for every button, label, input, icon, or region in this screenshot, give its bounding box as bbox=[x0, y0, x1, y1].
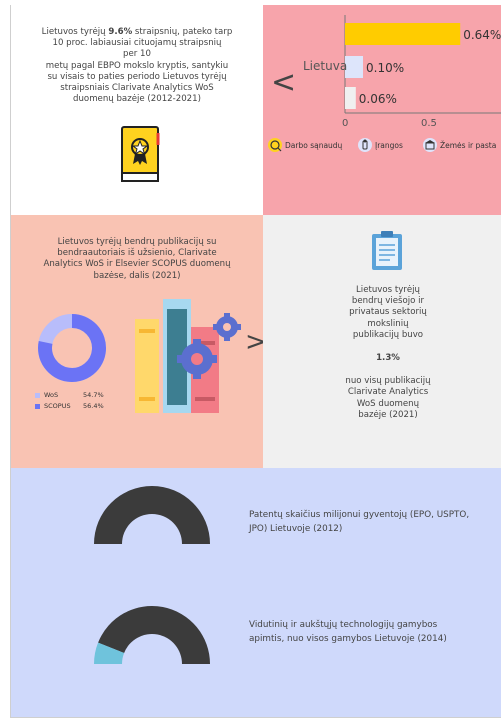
legend-swatch bbox=[35, 403, 40, 409]
text-line: privataus sektorių bbox=[349, 307, 427, 318]
next-slide-arrow[interactable]: > bbox=[245, 327, 263, 357]
category-label: Lietuva bbox=[303, 59, 347, 73]
text-line: metų pagal EBPO mokslo kryptis, santykiu bbox=[45, 60, 229, 71]
books-gears-icon bbox=[135, 299, 241, 413]
text-line: su visais to paties periodo Lietuvos tyr… bbox=[47, 71, 227, 82]
text-line: bazėje (2021) bbox=[358, 409, 418, 420]
text-line: Vidutinių ir aukštųjų technologijų gamyb… bbox=[249, 620, 438, 630]
tick-label: 0 bbox=[342, 118, 348, 129]
bar-value-label: 0.10% bbox=[366, 61, 404, 75]
text-line: bendrų viešojo ir bbox=[351, 296, 425, 307]
text-line: Clarivate Analytics bbox=[347, 387, 429, 398]
text-line: mokslinių bbox=[367, 318, 409, 329]
text-line: bendraautoriais iš užsienio, Clarivate bbox=[57, 248, 217, 259]
hightech-gauge bbox=[94, 606, 210, 664]
award-book-icon bbox=[121, 126, 160, 182]
text-line: 10 proc. labiausiai cituojamų straipsnių bbox=[52, 38, 222, 49]
legend-swatch bbox=[35, 392, 40, 398]
infographic-frame: Lietuvos tyrėjų 9.6% straipsnių, pateko … bbox=[10, 5, 501, 718]
bar-2 bbox=[345, 56, 363, 78]
text-line: JPO) Lietuvoje (2012) bbox=[249, 524, 343, 534]
legend-label: Įrangos bbox=[375, 140, 403, 150]
text-line: publikacijų buvo bbox=[352, 329, 424, 340]
gauge-track bbox=[94, 486, 210, 544]
public-private-panel: Lietuvos tyrėjų bendrų viešojo ir privat… bbox=[263, 215, 501, 468]
bar-chart: 0.64% 0.10% 0.06% Lietuva 0 0.5 bbox=[303, 15, 501, 129]
patents-gauge bbox=[94, 486, 210, 544]
building-icon bbox=[423, 138, 437, 152]
highly-cited-panel: Lietuvos tyrėjų 9.6% straipsnių, pateko … bbox=[11, 5, 263, 215]
text-line: Analytics WoS ir Elsevier SCOPUS duomenų bbox=[43, 259, 231, 270]
legend-label: WoS bbox=[44, 391, 59, 399]
legend-label: Darbo sąnaudų bbox=[285, 140, 343, 150]
text-line: duomenų bazėje (2012-2021) bbox=[73, 94, 201, 105]
coauthor-text: Lietuvos tyrėjų bendrų publikacijų su be… bbox=[11, 237, 263, 282]
legend-label: SCOPUS bbox=[44, 402, 71, 410]
bar-value-label: 0.06% bbox=[359, 92, 397, 106]
highly-cited-text: Lietuvos tyrėjų 9.6% straipsnių, pateko … bbox=[11, 27, 263, 105]
bar-3 bbox=[345, 87, 356, 109]
bar-1 bbox=[345, 23, 461, 45]
hightech-gauge-label: Vidutinių ir aukštųjų technologijų gamyb… bbox=[249, 618, 501, 646]
legend-value: 56.4% bbox=[83, 402, 104, 410]
patents-gauge-label: Patentų skaičius milijonui gyventojų (EP… bbox=[249, 508, 501, 536]
clipboard-icon bbox=[372, 231, 402, 270]
bar-value-label: 0.64% bbox=[463, 28, 501, 42]
text-line: Lietuvos tyrėjų bbox=[356, 285, 420, 295]
legend-value: 54.7% bbox=[83, 391, 104, 399]
text-line: straipsnių, pateko tarp bbox=[132, 27, 233, 37]
coin-icon bbox=[268, 138, 282, 152]
highlight-value: 9.6% bbox=[108, 27, 133, 37]
coauthor-panel: Lietuvos tyrėjų bendrų publikacijų su be… bbox=[11, 215, 263, 468]
gauges-panel: Patentų skaičius milijonui gyventojų (EP… bbox=[11, 468, 501, 717]
text-line: apimtis, nuo visos gamybos Lietuvoje (20… bbox=[249, 634, 447, 644]
stat-value: 1.3% bbox=[376, 353, 400, 364]
text-line: Lietuvos tyrėjų bendrų publikacijų su bbox=[57, 237, 217, 247]
legend-item-equipment[interactable]: Įrangos bbox=[358, 138, 403, 152]
legend-item-labor[interactable]: Darbo sąnaudų bbox=[268, 138, 342, 152]
text-line: Patentų skaičius milijonui gyventojų (EP… bbox=[249, 510, 470, 520]
donut-chart bbox=[38, 314, 106, 382]
pie-legend-wos: WoS 54.7% bbox=[35, 391, 104, 399]
text-line: straipsniais Clarivate Analytics WoS bbox=[60, 83, 214, 94]
text-line: Lietuvos tyrėjų bbox=[41, 27, 109, 37]
text-line: per 10 bbox=[123, 49, 151, 60]
tools-icon bbox=[358, 138, 372, 152]
text-line: bazėse, dalis (2021) bbox=[93, 270, 181, 281]
text-line: WoS duomenų bbox=[356, 398, 420, 409]
pie-legend-scopus: SCOPUS 56.4% bbox=[35, 402, 104, 410]
text-line: nuo visų publikacijų bbox=[345, 376, 431, 387]
legend-label: Žemės ir pasta bbox=[440, 140, 497, 150]
legend-item-land[interactable]: Žemės ir pasta bbox=[423, 138, 496, 152]
tick-label: 0.5 bbox=[421, 118, 437, 129]
public-private-text: Lietuvos tyrėjų bendrų viešojo ir privat… bbox=[333, 285, 443, 421]
expenditure-chart-panel: < 0.64% 0.10% 0.06% Lietuva 0 0.5 Darbo są… bbox=[263, 5, 501, 215]
